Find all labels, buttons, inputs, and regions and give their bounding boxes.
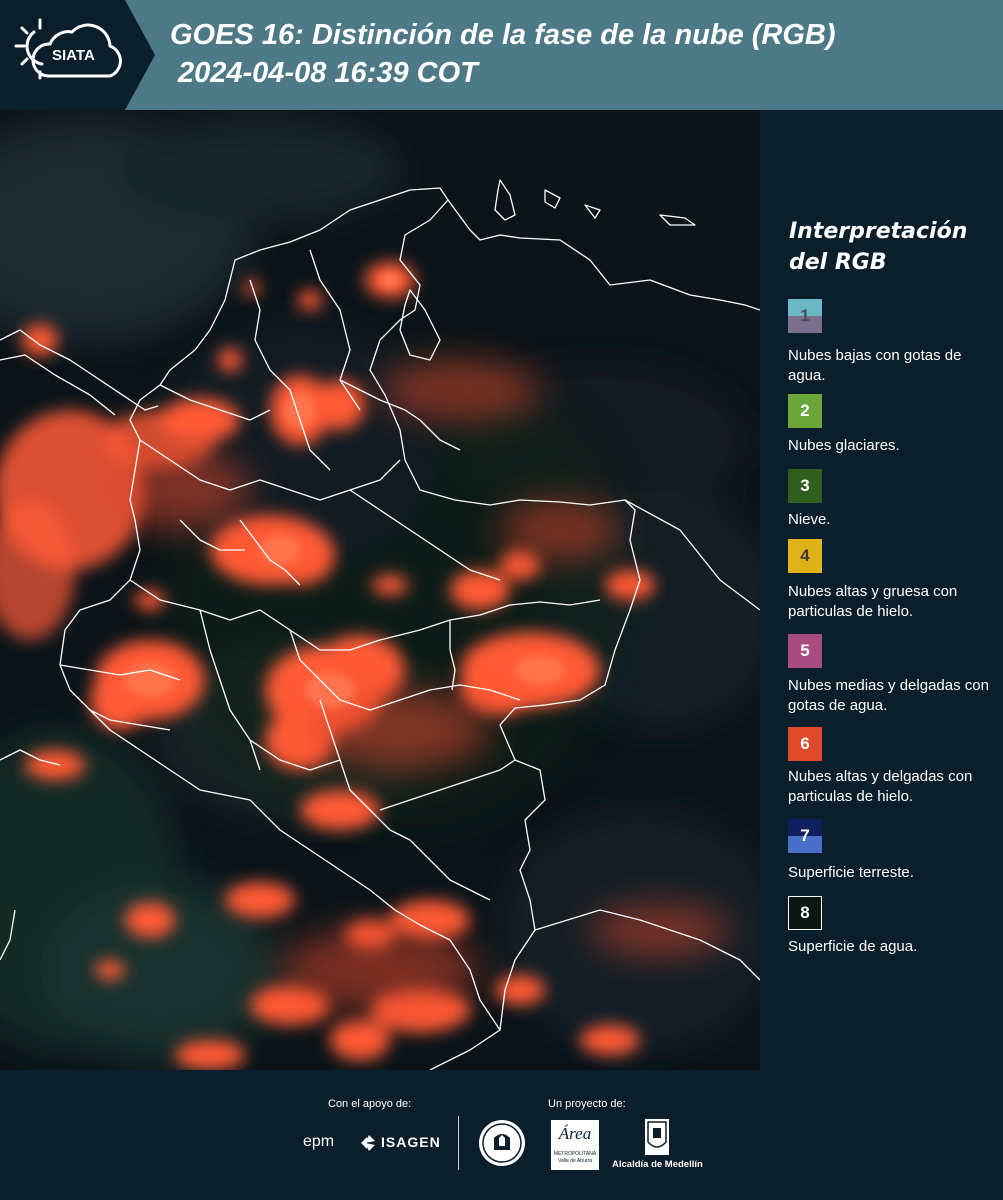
legend-label-4: Nubes altas y gruesa con particulas de h… [788, 583, 958, 620]
epm-logo: epm [303, 1133, 335, 1150]
legend-swatch-4: 4 [788, 539, 822, 573]
title-line-2: 2024-04-08 16:39 COT [178, 57, 478, 89]
legend-label-2: Nubes glaciares. [788, 437, 900, 454]
page-title: GOES 16: Distinción de la fase de la nub… [170, 16, 836, 92]
footer: Con el apoyo de: epm ISAGEN Un proyecto … [0, 1070, 1003, 1200]
amva-logo: Área METROPOLITANA Valle de Aburrá [551, 1120, 599, 1170]
legend-swatch-6: 6 [788, 727, 822, 761]
satellite-map [0, 110, 760, 1070]
legend-label-1: Nubes bajas con gotas de agua. [788, 347, 962, 384]
amva-logo-sub2: Valle de Aburrá [558, 1158, 592, 1164]
alcaldia-logo: Alcaldía de Medellín [612, 1159, 703, 1170]
legend-label-7: Superficie terreste. [788, 864, 914, 881]
title-line-1: GOES 16: Distinción de la fase de la nub… [170, 19, 836, 51]
legend-swatch-8: 8 [788, 896, 822, 930]
legend-label-8: Superficie de agua. [788, 938, 918, 955]
legend-label-6: Nubes altas y delgadas con particulas de… [788, 768, 973, 805]
siata-logo: SIATA [0, 0, 155, 110]
legend-title-line-2: del RGB [789, 250, 887, 275]
logo-text: SIATA [52, 47, 95, 64]
legend-swatch-5: 5 [788, 634, 822, 668]
legend-swatch-1: 1 [788, 299, 822, 333]
isagen-logo: ISAGEN [381, 1134, 441, 1150]
legend-title-line-1: Interpretación [789, 219, 968, 244]
legend-label-5: Nubes medias y delgadas con gotas de agu… [788, 677, 989, 714]
legend-swatch-3: 3 [788, 469, 822, 503]
legend-swatch-2: 2 [788, 394, 822, 428]
medellin-shield-icon [645, 1119, 669, 1155]
map-image [0, 110, 760, 1070]
support-label: Con el apoyo de: [328, 1098, 412, 1110]
legend-swatch-7: 7 [788, 819, 822, 853]
seal-icon [479, 1120, 525, 1166]
legend-panel: Interpretación del RGB 1 Nubes bajas con… [760, 110, 1003, 1070]
project-label: Un proyecto de: [548, 1098, 626, 1110]
amva-logo-text: Área [558, 1124, 592, 1143]
isagen-icon [361, 1135, 375, 1151]
footer-divider [458, 1116, 459, 1170]
legend-title: Interpretación del RGB [789, 216, 967, 278]
amva-logo-sub: METROPOLITANA [553, 1151, 597, 1157]
legend-label-3: Nieve. [788, 511, 831, 528]
header-bar: SIATA GOES 16: Distinción de la fase de … [0, 0, 1003, 110]
